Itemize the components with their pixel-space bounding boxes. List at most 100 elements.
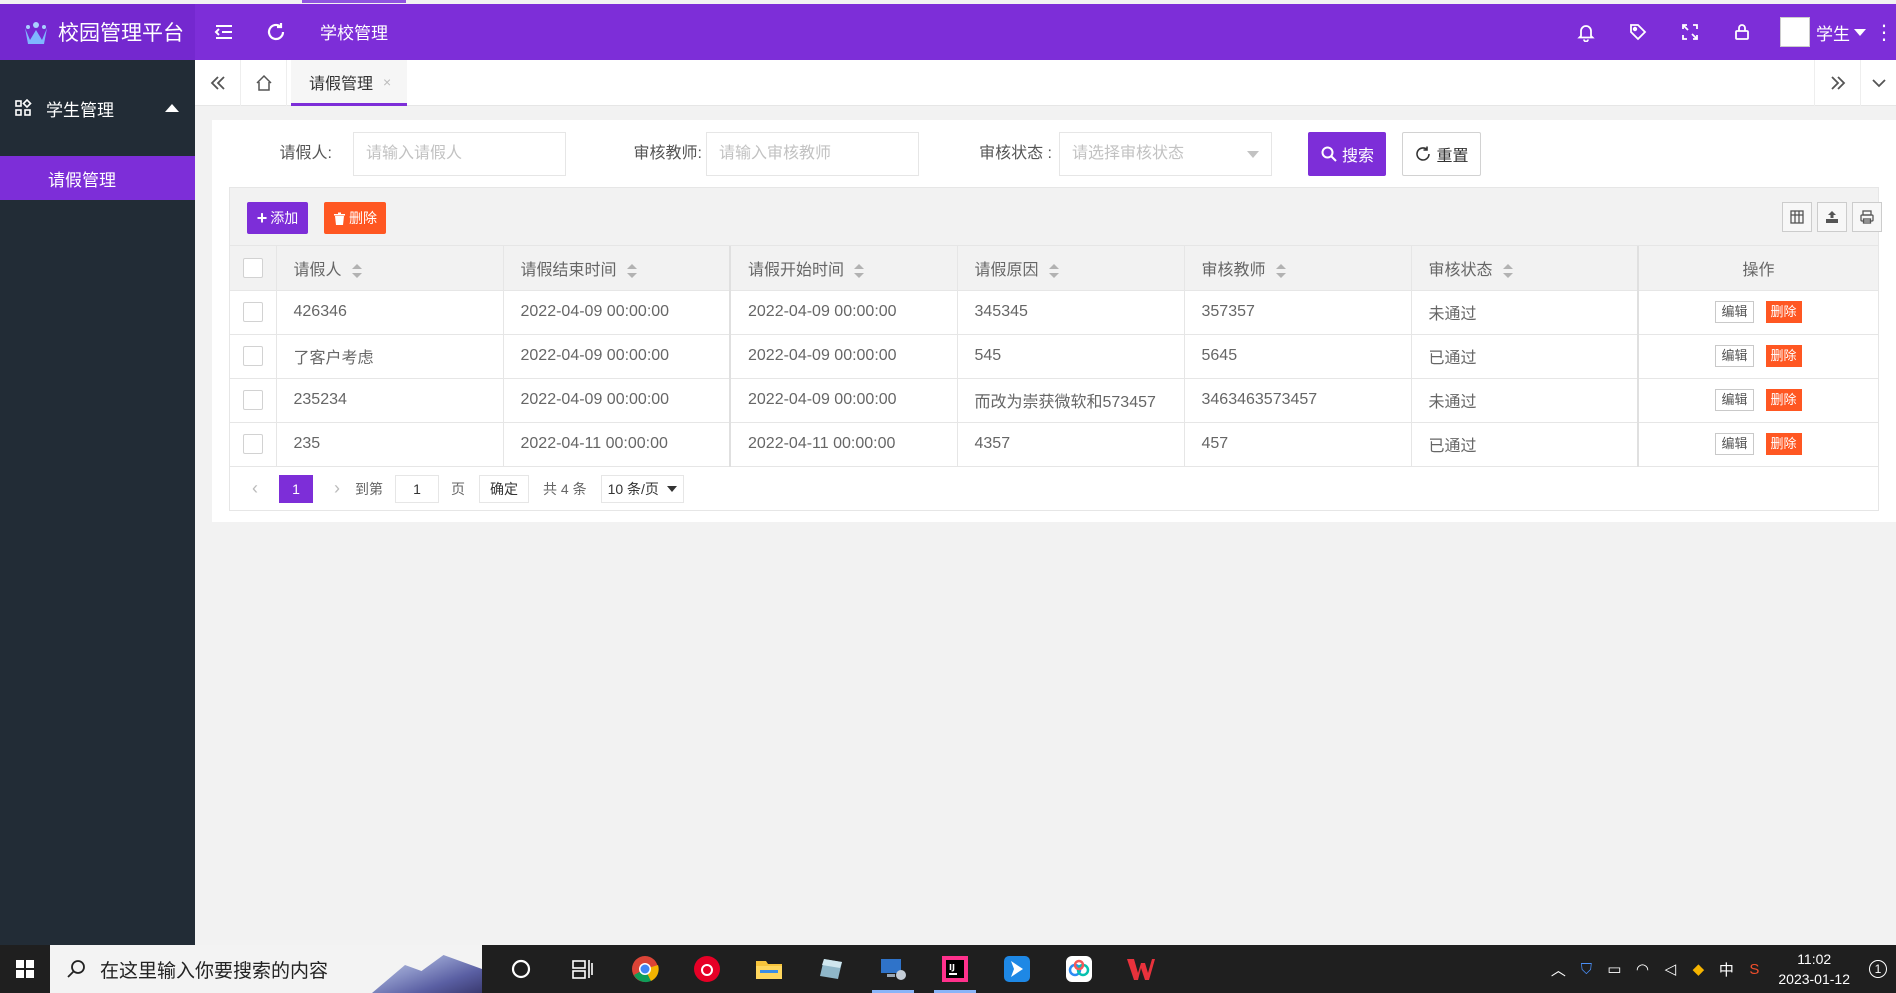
- print-button[interactable]: [1852, 202, 1882, 232]
- file-explorer-app[interactable]: [738, 945, 800, 993]
- clock-date: 2023-01-12: [1778, 971, 1850, 987]
- column-header[interactable]: 审核状态: [1411, 246, 1639, 291]
- taskbar-search[interactable]: 在这里输入你要搜索的内容: [50, 945, 482, 993]
- volume-icon[interactable]: ◁: [1656, 960, 1684, 978]
- sort-icon[interactable]: [626, 263, 637, 278]
- columns-filter-button[interactable]: [1782, 202, 1812, 232]
- tabs-menu-button[interactable]: [1860, 60, 1896, 106]
- row-actions: 编辑 删除: [1638, 334, 1878, 379]
- select-all-cell[interactable]: [230, 246, 277, 291]
- row-checkbox[interactable]: [242, 302, 263, 322]
- sort-icon[interactable]: [351, 263, 362, 278]
- notes-app[interactable]: [800, 945, 862, 993]
- tab-leave-management[interactable]: 请假管理 ×: [291, 60, 408, 106]
- battery-icon[interactable]: ▭: [1600, 960, 1628, 978]
- sort-icon[interactable]: [1275, 263, 1286, 278]
- column-header[interactable]: 请假人: [276, 246, 504, 291]
- tabs-scroll-left-button[interactable]: [195, 60, 241, 106]
- more-vertical-icon[interactable]: ⋮: [1872, 20, 1896, 45]
- sidebar-group-student[interactable]: 学生管理: [0, 60, 195, 156]
- add-button[interactable]: + 添加: [247, 202, 308, 234]
- row-checkbox[interactable]: [242, 346, 263, 366]
- row-checkbox[interactable]: [242, 390, 263, 410]
- row-select-cell[interactable]: [230, 334, 277, 379]
- edit-button[interactable]: 编辑: [1715, 433, 1754, 455]
- double-chevron-left-icon: [210, 76, 225, 90]
- sidebar-item-leave[interactable]: 请假管理: [0, 156, 195, 200]
- row-select-cell[interactable]: [230, 422, 277, 467]
- netease-music-app[interactable]: [676, 945, 738, 993]
- home-tab[interactable]: [241, 60, 287, 106]
- row-delete-button[interactable]: 删除: [1765, 433, 1802, 455]
- user-menu[interactable]: 学生: [1780, 17, 1866, 47]
- cortana-button[interactable]: [490, 945, 552, 993]
- feishu-app[interactable]: [986, 945, 1048, 993]
- fullscreen-button[interactable]: [1664, 4, 1716, 60]
- row-select-cell[interactable]: [230, 378, 277, 423]
- row-checkbox[interactable]: [242, 434, 263, 454]
- sort-icon[interactable]: [1502, 263, 1513, 278]
- batch-delete-button[interactable]: 删除: [324, 202, 386, 234]
- column-header[interactable]: 请假原因: [957, 246, 1185, 291]
- row-select-cell[interactable]: [230, 290, 277, 335]
- current-page[interactable]: 1: [279, 474, 313, 503]
- edit-button[interactable]: 编辑: [1715, 389, 1754, 411]
- chevron-up-icon[interactable]: ︿: [1544, 959, 1572, 980]
- edit-button[interactable]: 编辑: [1715, 345, 1754, 367]
- baidu-netdisk-app[interactable]: [1048, 945, 1110, 993]
- topbar-tab-school[interactable]: 学校管理: [302, 0, 406, 60]
- prev-page-icon[interactable]: ‹: [245, 478, 265, 499]
- column-header[interactable]: 审核教师: [1184, 246, 1412, 291]
- row-delete-button[interactable]: 删除: [1765, 301, 1802, 323]
- table-cell: 457: [1184, 422, 1412, 467]
- data-table: + 添加 删除 请假人 请假结束时间 请假开始时间 请假原因 审核教师 审核状态…: [229, 187, 1882, 511]
- export-icon: [1826, 211, 1838, 223]
- lock-button[interactable]: [1716, 4, 1768, 60]
- row-delete-button[interactable]: 删除: [1765, 389, 1802, 411]
- menu-toggle-button[interactable]: [204, 4, 244, 60]
- ime-language[interactable]: 中: [1712, 959, 1740, 980]
- column-header-label: 审核状态: [1428, 261, 1493, 279]
- search-button[interactable]: 搜索: [1308, 132, 1386, 176]
- start-button[interactable]: [0, 945, 50, 993]
- close-icon[interactable]: ×: [383, 74, 391, 90]
- task-view-button[interactable]: [552, 945, 614, 993]
- sort-icon[interactable]: [1048, 263, 1059, 278]
- notification-button[interactable]: [1560, 4, 1612, 60]
- tab-strip: 请假管理 ×: [195, 60, 1896, 106]
- column-header[interactable]: 请假开始时间: [730, 246, 958, 291]
- refresh-button[interactable]: [256, 4, 296, 60]
- table-toolbar: + 添加 删除: [230, 188, 1882, 246]
- wps-app[interactable]: [1110, 945, 1172, 993]
- clock[interactable]: 11:02 2023-01-12: [1778, 949, 1850, 989]
- select-all-checkbox[interactable]: [242, 257, 263, 278]
- remote-desktop-app[interactable]: [862, 945, 924, 993]
- shield-icon[interactable]: ⛉: [1572, 961, 1600, 978]
- fullscreen-icon: [1682, 24, 1698, 40]
- app-logo-icon: [25, 22, 47, 44]
- next-page-icon[interactable]: ›: [327, 478, 347, 499]
- goto-confirm-button[interactable]: 确定: [479, 474, 529, 503]
- teacher-input[interactable]: [706, 132, 919, 176]
- page-size-select[interactable]: 10 条/页: [600, 474, 684, 503]
- status-select[interactable]: 请选择审核状态: [1059, 132, 1272, 176]
- row-delete-button[interactable]: 删除: [1765, 345, 1802, 367]
- column-header[interactable]: 请假结束时间: [503, 246, 731, 291]
- tag-button[interactable]: [1612, 4, 1664, 60]
- export-button[interactable]: [1817, 202, 1847, 232]
- sogou-icon[interactable]: S: [1740, 961, 1768, 978]
- input-method-icon[interactable]: ◆: [1684, 960, 1712, 978]
- edit-button[interactable]: 编辑: [1715, 301, 1754, 323]
- brand[interactable]: 校园管理平台: [0, 4, 195, 60]
- reset-button[interactable]: 重置: [1402, 132, 1481, 176]
- requester-input[interactable]: [353, 132, 566, 176]
- table-cell: 已通过: [1411, 422, 1639, 467]
- intellij-app[interactable]: IJ: [924, 945, 986, 993]
- goto-page-input[interactable]: 1: [395, 474, 439, 503]
- notification-center-button[interactable]: 1: [1860, 960, 1896, 978]
- wifi-icon[interactable]: ◠: [1628, 960, 1656, 978]
- sort-icon[interactable]: [854, 263, 865, 278]
- chrome-app[interactable]: [614, 945, 676, 993]
- bell-icon: [1577, 25, 1595, 42]
- tabs-scroll-right-button[interactable]: [1814, 60, 1860, 106]
